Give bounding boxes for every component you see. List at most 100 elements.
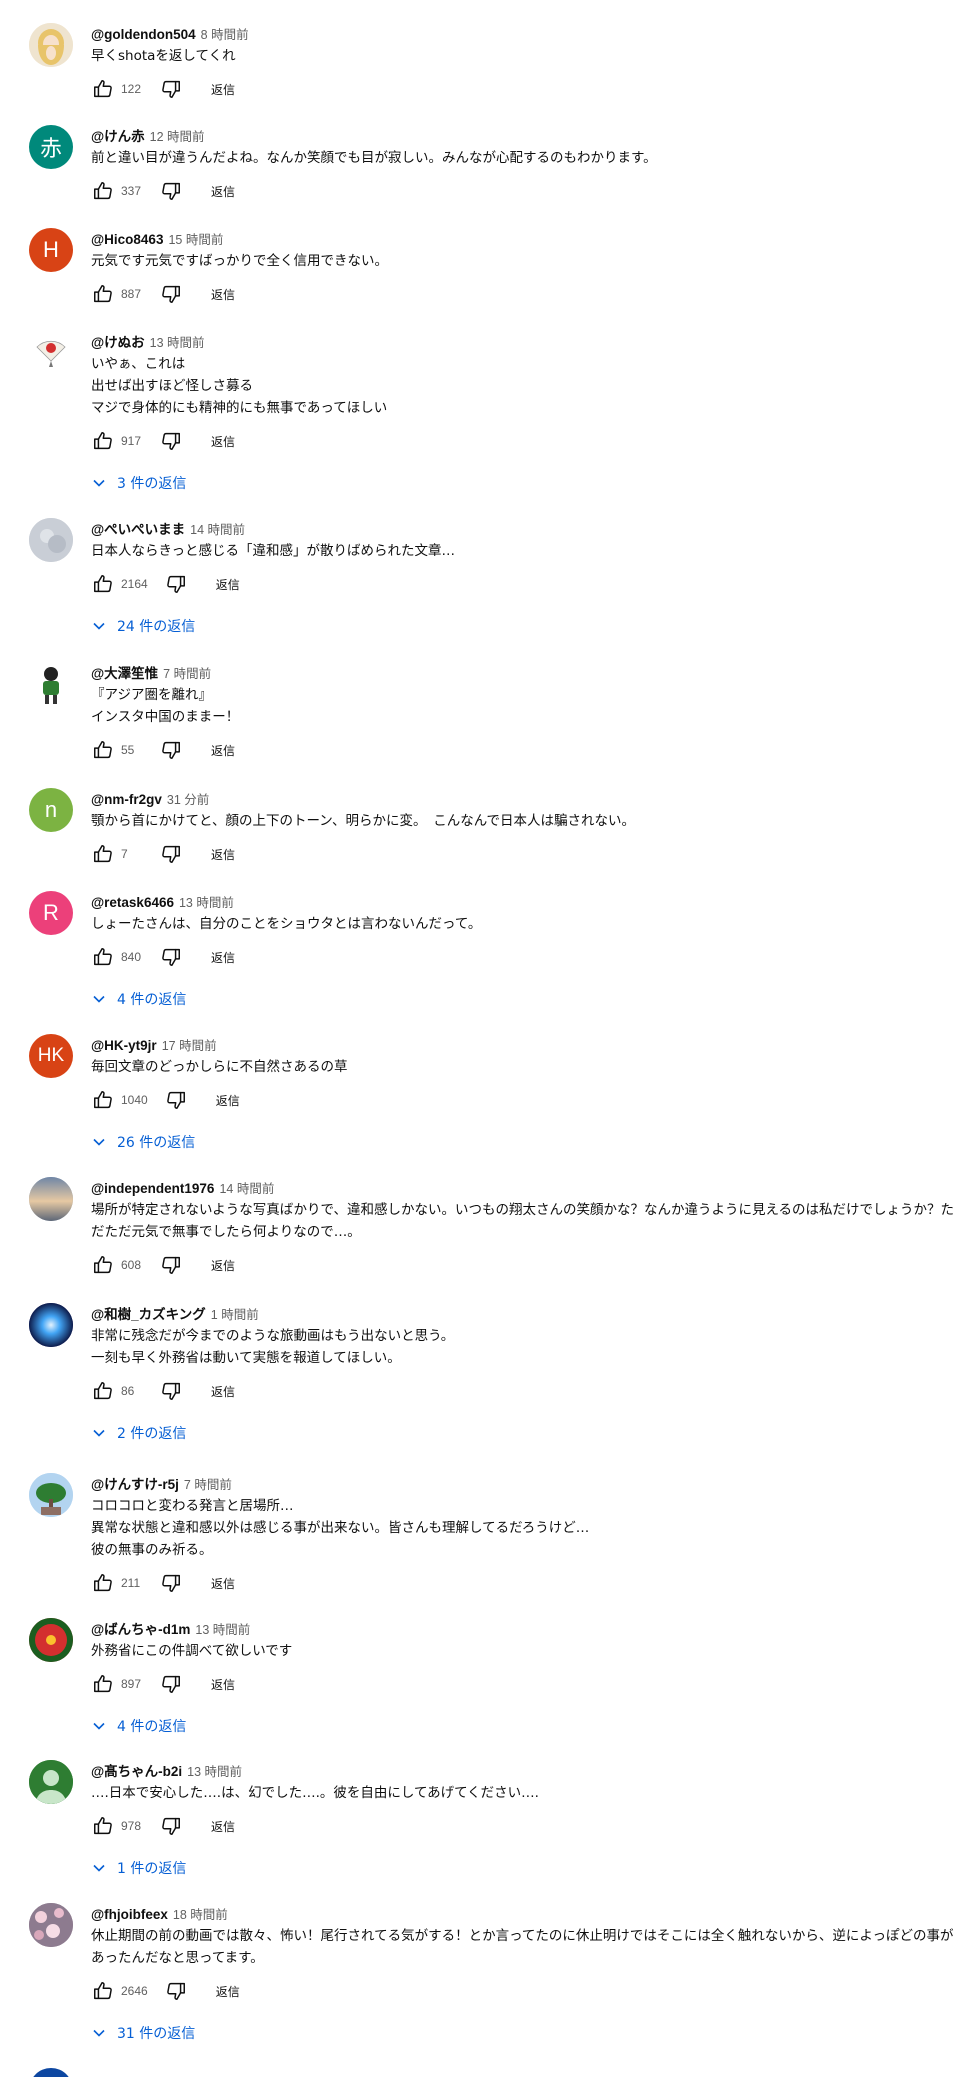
comment-author[interactable]: @independent1976 (91, 1181, 214, 1196)
reply-button[interactable]: 返信 (205, 945, 241, 970)
comment-time[interactable]: 13 時間前 (150, 336, 205, 350)
avatar[interactable] (29, 1303, 73, 1347)
reply-button[interactable]: 返信 (205, 179, 241, 204)
view-replies-button[interactable]: 2 件の返信 (91, 1421, 186, 1445)
view-replies-button[interactable]: 3 件の返信 (91, 471, 186, 495)
reply-button[interactable]: 返信 (205, 1814, 241, 1839)
comment-author[interactable]: @fhjoibfeex (91, 1907, 168, 1922)
dislike-button[interactable] (159, 1379, 183, 1403)
avatar[interactable]: 赤 (29, 125, 73, 169)
like-button[interactable] (91, 1672, 115, 1696)
dislike-button[interactable] (159, 429, 183, 453)
avatar[interactable] (29, 2068, 73, 2077)
like-button[interactable] (91, 1379, 115, 1403)
dislike-button[interactable] (159, 842, 183, 866)
avatar[interactable]: H (29, 228, 73, 272)
comment-author[interactable]: @ぺいぺいまま (91, 522, 185, 537)
comment-author[interactable]: @大澤笙惟 (91, 666, 158, 681)
like-button[interactable] (91, 1088, 115, 1112)
reply-button[interactable]: 返信 (205, 842, 241, 867)
reply-button[interactable]: 返信 (205, 1253, 241, 1278)
avatar[interactable] (29, 1618, 73, 1662)
reply-button[interactable]: 返信 (205, 1672, 241, 1697)
view-replies-button[interactable]: 4 件の返信 (91, 1714, 186, 1738)
reply-button[interactable]: 返信 (210, 1979, 246, 2004)
dislike-button[interactable] (159, 282, 183, 306)
like-button[interactable] (91, 1571, 115, 1595)
avatar[interactable] (29, 1473, 73, 1517)
dislike-button[interactable] (159, 1253, 183, 1277)
comment-author[interactable]: @ばんちゃ-d1m (91, 1622, 190, 1637)
view-replies-button[interactable]: 24 件の返信 (91, 614, 195, 638)
avatar[interactable]: n (29, 788, 73, 832)
dislike-button[interactable] (159, 1571, 183, 1595)
like-button[interactable] (91, 945, 115, 969)
dislike-button[interactable] (159, 945, 183, 969)
like-button[interactable] (91, 429, 115, 453)
avatar[interactable] (29, 518, 73, 562)
reply-button[interactable]: 返信 (205, 429, 241, 454)
reply-button[interactable]: 返信 (205, 282, 241, 307)
dislike-button[interactable] (159, 1672, 183, 1696)
comment-time[interactable]: 17 時間前 (162, 1039, 217, 1053)
comment-author[interactable]: @nm-fr2gv (91, 792, 162, 807)
like-button[interactable] (91, 842, 115, 866)
reply-button[interactable]: 返信 (210, 1088, 246, 1113)
reply-button[interactable]: 返信 (210, 572, 246, 597)
like-button[interactable] (91, 282, 115, 306)
avatar[interactable] (29, 1903, 73, 1947)
thumbs-down-icon (166, 1091, 185, 1109)
reply-button[interactable]: 返信 (205, 1379, 241, 1404)
comment-time[interactable]: 12 時間前 (150, 130, 205, 144)
comment-author[interactable]: @和樹_カズキング (91, 1307, 206, 1322)
view-replies-button[interactable]: 1 件の返信 (91, 1856, 186, 1880)
dislike-button[interactable] (159, 1814, 183, 1838)
avatar[interactable] (29, 331, 73, 375)
view-replies-button[interactable]: 26 件の返信 (91, 1130, 195, 1154)
like-button[interactable] (91, 738, 115, 762)
comment-time[interactable]: 15 時間前 (168, 233, 223, 247)
like-button[interactable] (91, 77, 115, 101)
comment-time[interactable]: 13 時間前 (179, 896, 234, 910)
comment-time[interactable]: 7 時間前 (184, 1478, 232, 1492)
comment-time[interactable]: 7 時間前 (163, 667, 211, 681)
comment-author[interactable]: @retask6466 (91, 895, 174, 910)
comment-time[interactable]: 13 時間前 (187, 1765, 242, 1779)
reply-button[interactable]: 返信 (205, 738, 241, 763)
comment-time[interactable]: 14 時間前 (219, 1182, 274, 1196)
view-replies-button[interactable]: 4 件の返信 (91, 987, 186, 1011)
dislike-button[interactable] (164, 1088, 188, 1112)
comment-time[interactable]: 31 分前 (167, 793, 209, 807)
comment-author[interactable]: @HK-yt9jr (91, 1038, 157, 1053)
comment-time[interactable]: 13 時間前 (195, 1623, 250, 1637)
comment-time[interactable]: 8 時間前 (201, 28, 249, 42)
comment-author[interactable]: @goldendon504 (91, 27, 196, 42)
comment-time[interactable]: 1 時間前 (211, 1308, 259, 1322)
avatar[interactable] (29, 1177, 73, 1221)
dislike-button[interactable] (159, 77, 183, 101)
comment-time[interactable]: 14 時間前 (190, 523, 245, 537)
view-replies-button[interactable]: 31 件の返信 (91, 2021, 195, 2045)
like-button[interactable] (91, 1814, 115, 1838)
avatar[interactable] (29, 23, 73, 67)
avatar[interactable]: HK (29, 1034, 73, 1078)
comment-author[interactable]: @けん赤 (91, 129, 145, 144)
like-button[interactable] (91, 572, 115, 596)
like-button[interactable] (91, 179, 115, 203)
comment-author[interactable]: @けぬお (91, 335, 145, 350)
avatar[interactable]: R (29, 891, 73, 935)
like-button[interactable] (91, 1979, 115, 2003)
dislike-button[interactable] (159, 179, 183, 203)
dislike-button[interactable] (164, 1979, 188, 2003)
reply-button[interactable]: 返信 (205, 77, 241, 102)
dislike-button[interactable] (164, 572, 188, 596)
like-button[interactable] (91, 1253, 115, 1277)
reply-button[interactable]: 返信 (205, 1571, 241, 1596)
comment-author[interactable]: @髙ちゃん-b2i (91, 1764, 182, 1779)
comment-author[interactable]: @けんすけ-r5j (91, 1477, 179, 1492)
dislike-button[interactable] (159, 738, 183, 762)
comment-author[interactable]: @Hico8463 (91, 232, 163, 247)
comment-time[interactable]: 18 時間前 (173, 1908, 228, 1922)
avatar[interactable] (29, 1760, 73, 1804)
avatar[interactable] (29, 662, 73, 706)
